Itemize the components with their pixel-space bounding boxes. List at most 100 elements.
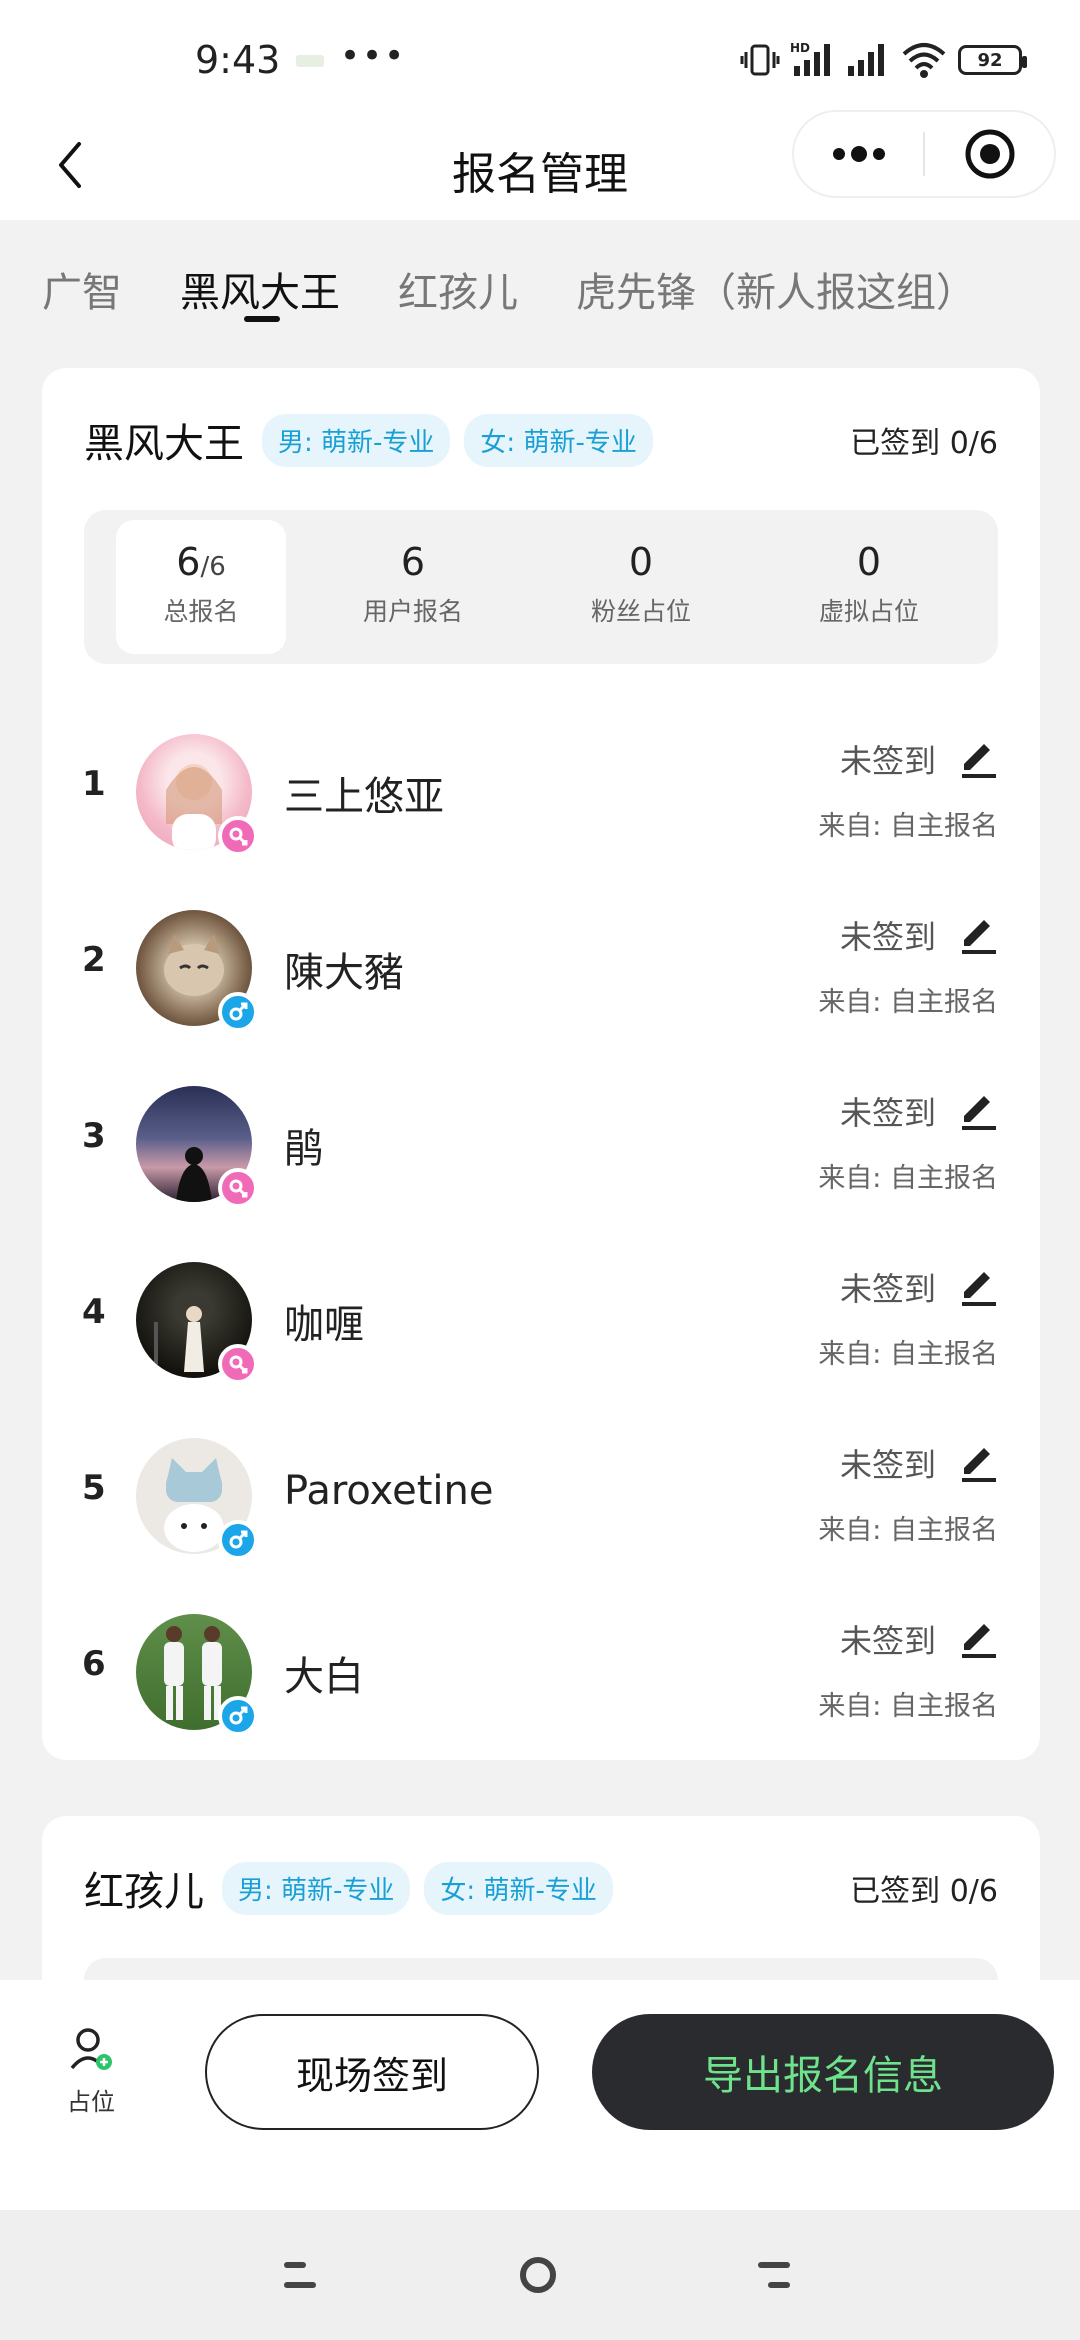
male-gender-badge [218, 1696, 258, 1736]
pencil-icon [962, 1624, 996, 1658]
tab-honghaier[interactable]: 红孩儿 [398, 260, 518, 318]
back-lines-icon [758, 2262, 790, 2288]
member-row[interactable]: 6 大白 未签到 来自: 自主报名 [42, 1588, 1040, 1764]
edit-button[interactable] [956, 1614, 1000, 1658]
tab-huxianfeng[interactable]: 虎先锋（新人报这组） [576, 260, 976, 318]
tab-guangzhi[interactable]: 广智 [42, 260, 122, 318]
male-symbol-icon [229, 1002, 248, 1021]
svg-text:HD: HD [790, 41, 810, 55]
edit-button[interactable] [956, 1086, 1000, 1130]
group-header: 红孩儿 男: 萌新-专业 女: 萌新-专业 已签到 0/6 [84, 1858, 998, 1918]
checkin-status: 未签到 [839, 1446, 936, 1484]
cellular-signal-icon-2 [848, 44, 884, 76]
group-card-heifeng: 黑风大王 男: 萌新-专业 女: 萌新-专业 已签到 0/6 6/6 总报名 6… [42, 368, 1040, 1760]
member-row[interactable]: 3 鹃 未签到 来自: 自主报名 [42, 1060, 1040, 1236]
stat-total-label: 总报名 [163, 597, 239, 626]
placeholder-button[interactable]: 占位 [56, 2024, 126, 2124]
more-notifications-icon: ••• [340, 36, 407, 76]
stat-total[interactable]: 6/6 总报名 [116, 520, 286, 654]
notification-icon [296, 55, 324, 67]
member-name: Paroxetine [284, 1468, 494, 1514]
group-name: 黑风大王 [84, 421, 244, 467]
member-row[interactable]: 4 咖喱 未签到 来自: 自主报名 [42, 1236, 1040, 1412]
more-menu-button[interactable] [794, 112, 923, 196]
edit-button[interactable] [956, 910, 1000, 954]
male-level-tag: 男: 萌新-专业 [262, 413, 451, 467]
battery-icon: 92 [958, 45, 1027, 75]
female-gender-badge [218, 1168, 258, 1208]
checked-in-count: 已签到 0/6 [850, 426, 998, 461]
active-tab-indicator [244, 316, 280, 322]
miniprogram-capsule [792, 110, 1056, 198]
stat-fan[interactable]: 0 粉丝占位 [556, 520, 726, 654]
member-row[interactable]: 2 陳大豬 未签到 来自: 自主报名 [42, 884, 1040, 1060]
menu-lines-icon [284, 2262, 316, 2288]
stat-virtual-num: 0 [856, 540, 882, 584]
member-row[interactable]: 1 三上悠亚 未签到 来自: 自主报名 [42, 708, 1040, 884]
edit-button[interactable] [956, 734, 1000, 778]
checked-in-count: 已签到 0/6 [850, 1874, 998, 1909]
status-bar: 9:43 ••• HD 92 [0, 0, 1080, 110]
stat-user-label: 用户报名 [362, 597, 463, 626]
member-index: 2 [82, 940, 106, 980]
pencil-icon [962, 920, 996, 954]
female-symbol-icon [229, 1179, 248, 1198]
nav-menu-button[interactable] [270, 2250, 330, 2300]
status-time: 9:43 [195, 38, 281, 82]
pencil-icon [962, 744, 996, 778]
stat-fan-label: 粉丝占位 [590, 597, 691, 626]
female-gender-badge [218, 816, 258, 856]
edit-button[interactable] [956, 1438, 1000, 1482]
member-index: 5 [82, 1468, 106, 1508]
add-user-icon [70, 2028, 112, 2070]
female-symbol-icon [229, 1355, 248, 1374]
member-name: 咖喱 [284, 1302, 364, 1348]
title-bar: 报名管理 [0, 110, 1080, 220]
bottom-action-bar: 占位 现场签到 导出报名信息 [0, 1980, 1080, 2210]
member-index: 4 [82, 1292, 106, 1332]
female-level-tag: 女: 萌新-专业 [464, 413, 653, 467]
member-name: 三上悠亚 [284, 774, 444, 820]
stat-virtual-label: 虚拟占位 [818, 597, 919, 626]
signup-source: 来自: 自主报名 [818, 1163, 998, 1194]
nav-home-button[interactable] [508, 2250, 568, 2300]
target-circle-icon [965, 129, 1014, 179]
male-gender-badge [218, 1520, 258, 1560]
member-name: 陳大豬 [284, 950, 404, 996]
edit-button[interactable] [956, 1262, 1000, 1306]
male-gender-badge [218, 992, 258, 1032]
member-index: 3 [82, 1116, 106, 1156]
group-name: 红孩儿 [84, 1869, 204, 1915]
stat-total-sub: /6 [200, 552, 226, 582]
vibrate-icon [740, 44, 780, 76]
signup-source: 来自: 自主报名 [818, 987, 998, 1018]
nav-back-button[interactable] [744, 2250, 804, 2300]
wifi-icon [902, 43, 946, 78]
member-row[interactable]: 5 Paroxetine 未签到 来自: 自主报名 [42, 1412, 1040, 1588]
export-signup-button[interactable]: 导出报名信息 [592, 2014, 1054, 2130]
checkin-status: 未签到 [839, 1094, 936, 1132]
member-index: 6 [82, 1644, 106, 1684]
checkin-status: 未签到 [839, 918, 936, 956]
onsite-checkin-button[interactable]: 现场签到 [205, 2014, 539, 2130]
stat-user[interactable]: 6 用户报名 [328, 520, 498, 654]
signup-source: 来自: 自主报名 [818, 1339, 998, 1370]
close-miniprogram-button[interactable] [925, 112, 1054, 196]
signup-source: 来自: 自主报名 [818, 1691, 998, 1722]
battery-level: 92 [977, 49, 1003, 71]
female-gender-badge [218, 1344, 258, 1384]
male-symbol-icon [229, 1706, 248, 1725]
stat-virtual[interactable]: 0 虚拟占位 [784, 520, 954, 654]
signup-source: 来自: 自主报名 [818, 1515, 998, 1546]
male-level-tag: 男: 萌新-专业 [222, 1861, 411, 1915]
pencil-icon [962, 1448, 996, 1482]
tab-heifeng[interactable]: 黑风大王 [180, 260, 340, 318]
placeholder-label: 占位 [67, 2088, 115, 2116]
group-tabs: 广智 黑风大王 红孩儿 虎先锋（新人报这组） [0, 230, 1080, 330]
pencil-icon [962, 1272, 996, 1306]
cellular-signal-icon-1: HD [790, 41, 830, 76]
pencil-icon [962, 1096, 996, 1130]
checkin-status: 未签到 [839, 1622, 936, 1660]
female-level-tag: 女: 萌新-专业 [424, 1861, 613, 1915]
member-index: 1 [82, 764, 106, 804]
